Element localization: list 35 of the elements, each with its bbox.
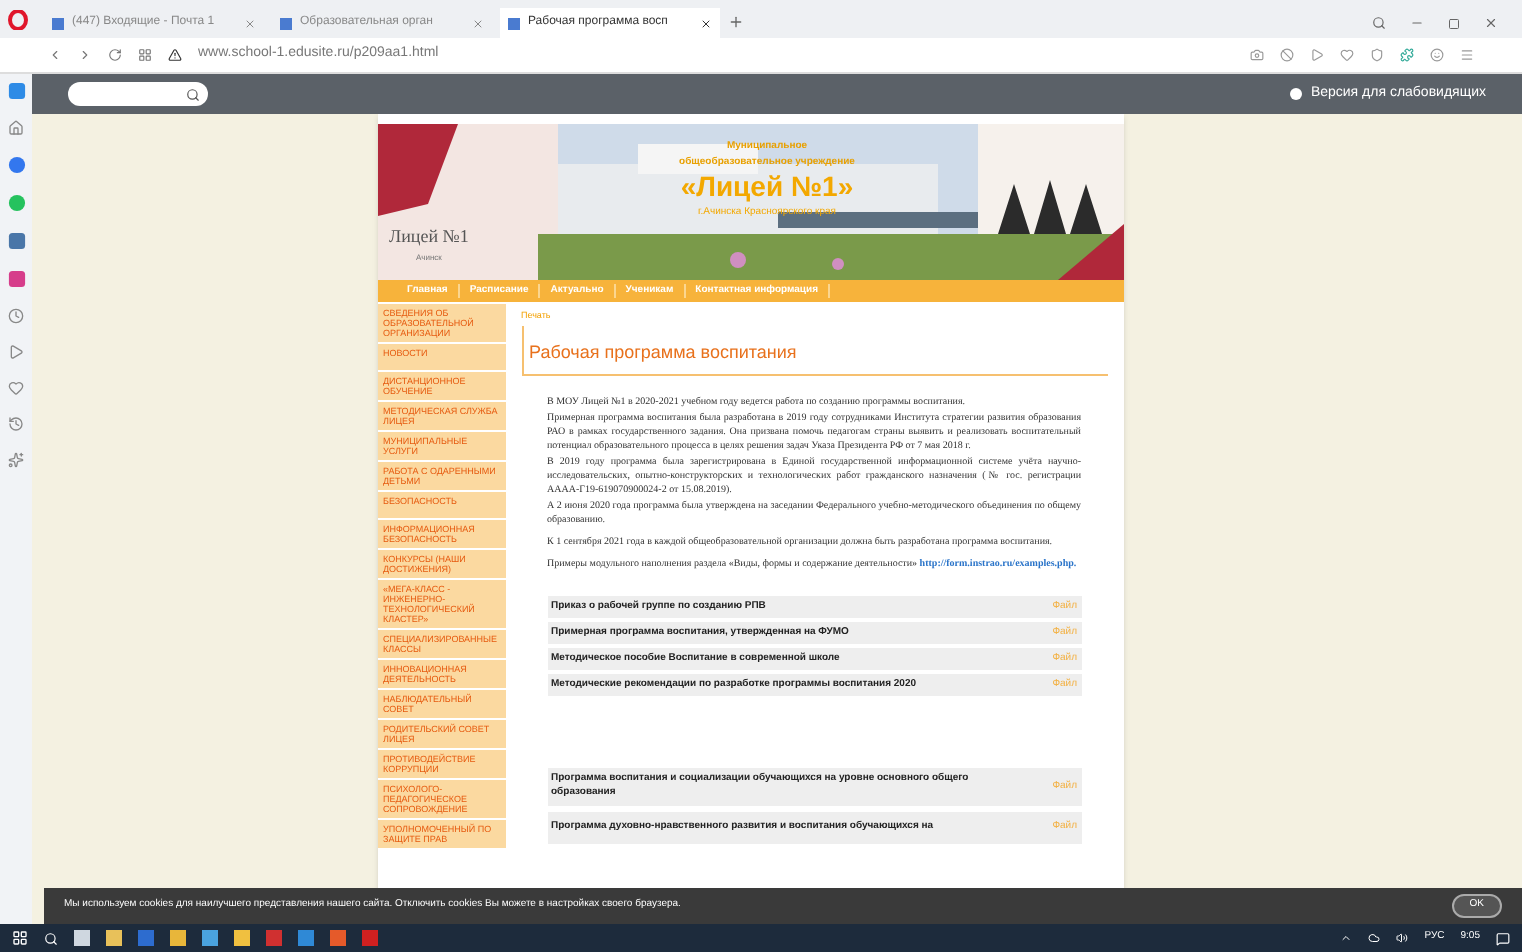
back-icon[interactable]: [48, 48, 62, 62]
cloud-icon[interactable]: [1368, 932, 1381, 944]
block-icon[interactable]: [1280, 48, 1294, 62]
forward-icon[interactable]: [78, 48, 92, 62]
heart-icon[interactable]: [1340, 48, 1354, 62]
logo-title: Лицей №1: [389, 224, 469, 250]
clock-icon[interactable]: [8, 308, 24, 324]
notification-icon[interactable]: [1496, 931, 1510, 945]
history-icon[interactable]: [8, 416, 24, 432]
heart-icon[interactable]: [8, 380, 24, 396]
home-icon[interactable]: [8, 120, 24, 136]
search-icon: [186, 87, 200, 101]
school-name: «Лицей №1»: [680, 170, 854, 205]
grid-icon[interactable]: [138, 48, 152, 62]
page-title: Рабочая программа воспитания: [529, 341, 797, 362]
browser-logo-icon[interactable]: [8, 10, 28, 30]
volume-icon[interactable]: [1396, 932, 1409, 944]
menu-icon[interactable]: [1460, 48, 1474, 62]
smile-icon[interactable]: [1430, 48, 1444, 62]
warning-icon: [168, 48, 182, 62]
search-field[interactable]: [68, 82, 208, 106]
reload-icon[interactable]: [108, 48, 122, 62]
play-icon[interactable]: [8, 344, 24, 360]
camera-icon[interactable]: [1250, 48, 1264, 62]
tab-favicon-icon: [508, 17, 520, 29]
tray-chevron-icon[interactable]: [1340, 932, 1353, 944]
play-icon[interactable]: [1310, 48, 1324, 62]
close-icon[interactable]: [700, 17, 712, 29]
tab-favicon-icon: [280, 17, 292, 29]
minimize-icon[interactable]: [1410, 16, 1424, 30]
tab-favicon-icon: [52, 17, 64, 29]
restore-icon[interactable]: [1448, 17, 1460, 29]
shield-icon[interactable]: [1370, 48, 1384, 62]
new-tab-icon[interactable]: [728, 14, 744, 30]
start-icon[interactable]: [12, 930, 28, 946]
